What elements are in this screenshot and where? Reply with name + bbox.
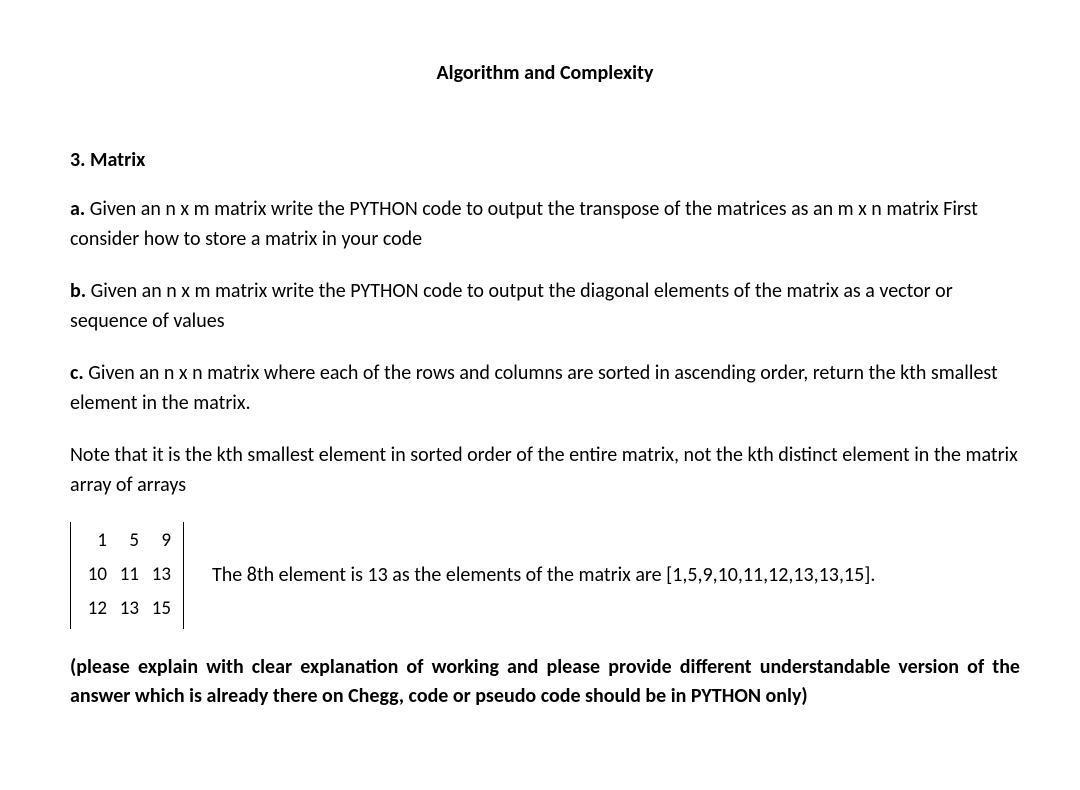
part-b-text: Given an n x m matrix write the PYTHON c… [70,279,953,333]
matrix-row-0: 1 5 9 [79,524,175,558]
matrix-cell: 9 [143,524,175,558]
matrix-row-1: 10 11 13 [79,558,175,592]
matrix-row-2: 12 13 15 [79,592,175,626]
part-a: a. Given an n x m matrix write the PYTHO… [70,194,1020,254]
matrix-cell: 13 [143,558,175,592]
matrix-cell: 12 [79,592,111,626]
section-heading: 3. Matrix [70,147,1020,174]
document-title: Algorithm and Complexity [70,60,1020,87]
matrix-cell: 5 [111,524,143,558]
matrix-cell: 15 [143,592,175,626]
matrix-cell: 10 [79,558,111,592]
matrix-cell: 11 [111,558,143,592]
part-b-label: b. [70,279,86,303]
matrix-example: 1 5 9 10 11 13 12 13 15 The 8th element … [70,522,1020,629]
matrix: 1 5 9 10 11 13 12 13 15 [70,522,184,629]
part-c: c. Given an n x n matrix where each of t… [70,358,1020,418]
matrix-cell: 1 [79,524,111,558]
note-paragraph: Note that it is the kth smallest element… [70,440,1020,500]
part-c-text: Given an n x n matrix where each of the … [70,361,998,415]
footer-note: (please explain with clear explanation o… [70,653,1020,711]
matrix-cell: 13 [111,592,143,626]
part-c-label: c. [70,361,84,385]
part-b: b. Given an n x m matrix write the PYTHO… [70,276,1020,336]
matrix-note: The 8th element is 13 as the elements of… [212,562,875,589]
part-a-text: Given an n x m matrix write the PYTHON c… [70,197,978,251]
part-a-label: a. [70,197,85,221]
